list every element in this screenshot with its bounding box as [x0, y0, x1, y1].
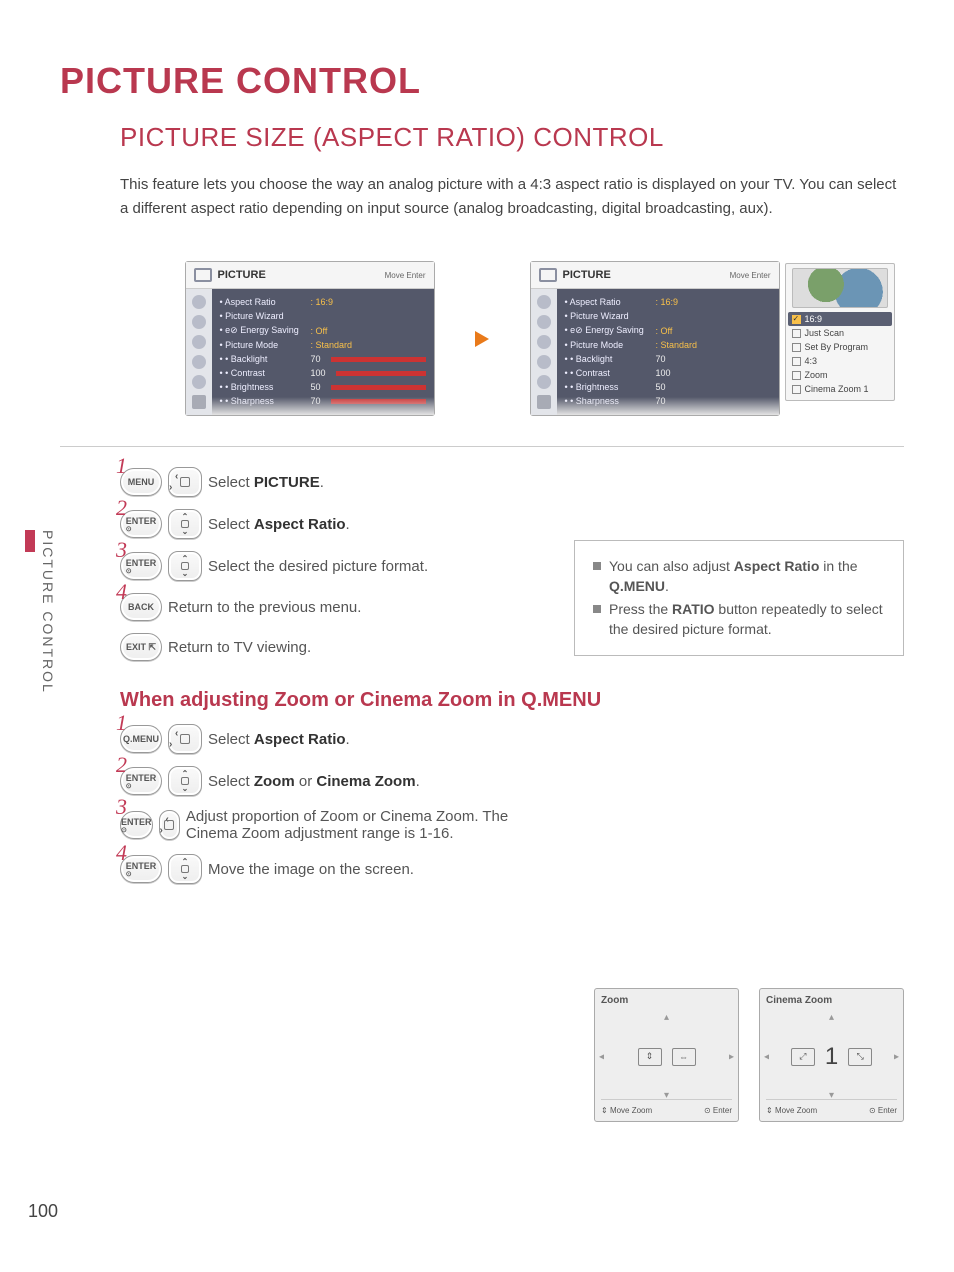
step-text: Select Zoom or Cinema Zoom. [208, 773, 420, 790]
osd-item: • Backlight70 [565, 352, 771, 366]
nav-button[interactable] [168, 509, 202, 539]
osd-hint: Move Enter [730, 271, 771, 280]
nav-button[interactable] [168, 551, 202, 581]
step-text: Select PICTURE. [208, 474, 324, 491]
osd-panel-left: PICTURE Move Enter Aspect Ratio: 16:9Pic… [185, 261, 435, 416]
step-text: Adjust proportion of Zoom or Cinema Zoom… [186, 808, 540, 842]
osd-title: PICTURE [218, 269, 266, 281]
osd-title: PICTURE [563, 269, 611, 281]
popup-item: 16:9 [788, 312, 892, 326]
osd-panel-right: PICTURE Move Enter Aspect Ratio: 16:9Pic… [530, 261, 780, 416]
step-row: 3ENTER⊙Adjust proportion of Zoom or Cine… [120, 808, 540, 842]
remote-button[interactable]: EXIT ⇱ [120, 633, 162, 661]
osd-item: e⊘ Energy Saving: Off [565, 323, 771, 338]
step-row: 1MENUSelect PICTURE. [120, 467, 904, 497]
page-title: PICTURE CONTROL [60, 60, 904, 102]
step-row: 3ENTER⊙Select the desired picture format… [120, 551, 904, 581]
popup-item: 4:3 [792, 354, 888, 368]
step-text: Move the image on the screen. [208, 861, 414, 878]
step-row: 4BACKReturn to the previous menu. [120, 593, 904, 621]
popup-item: Zoom [792, 368, 888, 382]
subtitle: PICTURE SIZE (ASPECT RATIO) CONTROL [120, 122, 904, 153]
osd-item: • Brightness50 [220, 380, 426, 394]
zoom-panel: Zoom ▴ ◂ ⇕ ⇔ ▸ ▾ ⇕ Move Zoom⊙ Enter [594, 988, 739, 1122]
step-row: 1Q.MENUSelect Aspect Ratio. [120, 724, 540, 754]
osd-item: Aspect Ratio: 16:9 [565, 295, 771, 309]
arrow-right-icon [475, 331, 489, 347]
cinema-zoom-title: Cinema Zoom [766, 995, 897, 1006]
side-label: PICTURE CONTROL [40, 530, 56, 694]
sub-heading: When adjusting Zoom or Cinema Zoom in Q.… [120, 689, 904, 712]
osd-item: • Contrast100 [565, 366, 771, 380]
osd-item: Picture Mode: Standard [565, 338, 771, 352]
osd-row: PICTURE Move Enter Aspect Ratio: 16:9Pic… [60, 261, 904, 416]
zoom-panels: Zoom ▴ ◂ ⇕ ⇔ ▸ ▾ ⇕ Move Zoom⊙ Enter Cine… [594, 988, 904, 1122]
step-text: Select Aspect Ratio. [208, 731, 350, 748]
osd-hint: Move Enter [385, 271, 426, 280]
osd-item: • Brightness50 [565, 380, 771, 394]
osd-item: • Contrast100 [220, 366, 426, 380]
osd-item: Picture Mode: Standard [220, 338, 426, 352]
popup-item: Cinema Zoom 1 [792, 382, 888, 396]
popup-item: Set By Program [792, 340, 888, 354]
steps-secondary: 1Q.MENUSelect Aspect Ratio. 2ENTER⊙Select… [120, 724, 540, 884]
step-text: Return to the previous menu. [168, 599, 361, 616]
osd-icon-rail [531, 289, 557, 415]
step-row: 2ENTER⊙Select Zoom or Cinema Zoom. [120, 766, 540, 796]
osd-item: Aspect Ratio: 16:9 [220, 295, 426, 309]
osd-item: • Backlight70 [220, 352, 426, 366]
osd-item: e⊘ Energy Saving: Off [220, 323, 426, 338]
nav-button[interactable] [159, 810, 180, 840]
zoom-title: Zoom [601, 995, 732, 1006]
nav-button[interactable] [168, 467, 202, 497]
step-row: 4ENTER⊙Move the image on the screen. [120, 854, 540, 884]
nav-button[interactable] [168, 854, 202, 884]
osd-item: Picture Wizard [565, 309, 771, 323]
osd-popup: 16:9Just ScanSet By Program4:3ZoomCinema… [785, 263, 895, 401]
step-text: Select Aspect Ratio. [208, 516, 350, 533]
osd-item: • Sharpness70 [565, 394, 771, 408]
osd-icon-rail [186, 289, 212, 415]
osd-item: • Sharpness70 [220, 394, 426, 408]
step-row: 2ENTER⊙Select Aspect Ratio. [120, 509, 904, 539]
cz-value: 1 [825, 1043, 838, 1071]
cz-glyph: ⤡ [848, 1048, 872, 1066]
zoom-glyph-vert: ⇕ [638, 1048, 662, 1066]
zoom-glyph-horz: ⇔ [672, 1048, 696, 1066]
intro-text: This feature lets you choose the way an … [120, 173, 904, 221]
nav-button[interactable] [168, 766, 202, 796]
cz-glyph: ⤢ [791, 1048, 815, 1066]
step-text: Select the desired picture format. [208, 558, 428, 575]
tv-icon [194, 268, 212, 282]
popup-item: Just Scan [792, 326, 888, 340]
step-text: Return to TV viewing. [168, 639, 311, 656]
osd-item: Picture Wizard [220, 309, 426, 323]
page-number: 100 [28, 1201, 58, 1222]
tv-icon [539, 268, 557, 282]
osd-menu: Aspect Ratio: 16:9Picture Wizarde⊘ Energ… [212, 289, 434, 415]
osd-menu: Aspect Ratio: 16:9Picture Wizarde⊘ Energ… [557, 289, 779, 415]
nav-button[interactable] [168, 724, 202, 754]
popup-thumb [792, 268, 888, 308]
cinema-zoom-panel: Cinema Zoom ▴ ◂ ⤢ 1 ⤡ ▸ ▾ ⇕ Move Zoom⊙ E… [759, 988, 904, 1122]
step-row: EXIT ⇱ Return to TV viewing. [120, 633, 904, 661]
